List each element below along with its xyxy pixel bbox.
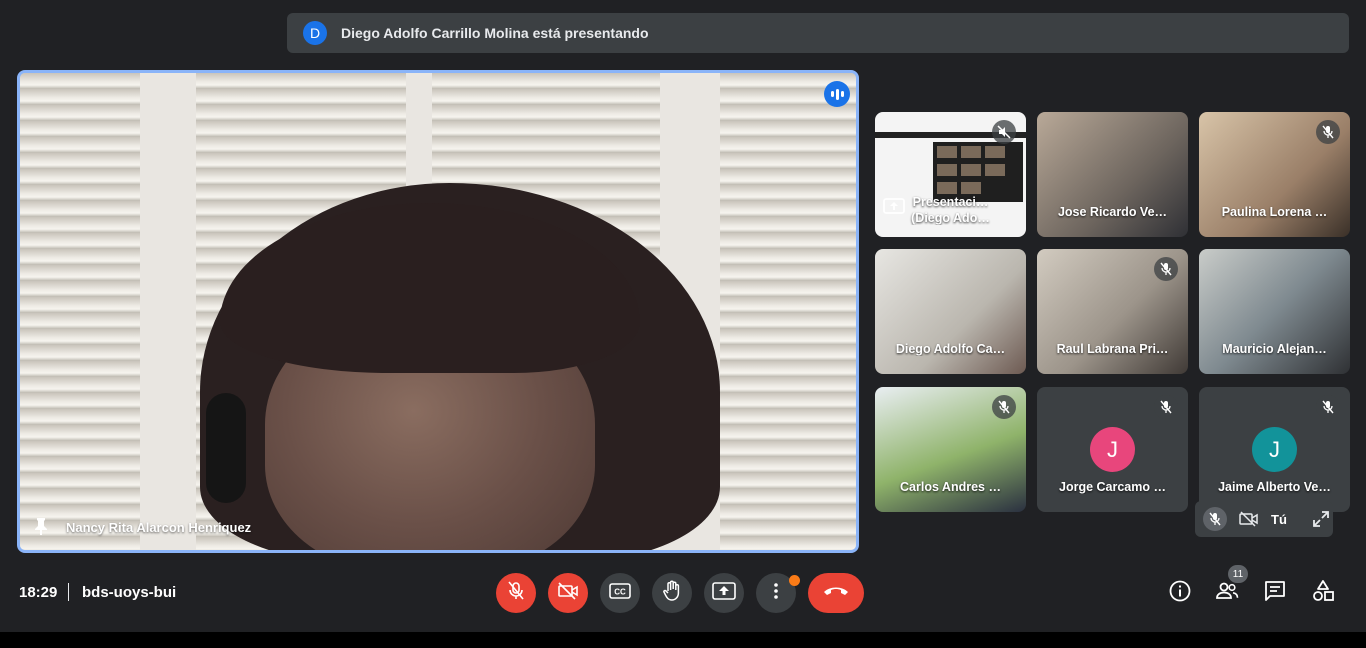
presentation-banner-text: Diego Adolfo Carrillo Molina está presen… bbox=[341, 25, 649, 41]
present-screen-icon bbox=[712, 581, 736, 605]
mic-muted-icon bbox=[1154, 395, 1178, 419]
divider bbox=[68, 583, 69, 601]
svg-text:CC: CC bbox=[614, 587, 626, 596]
meeting-code: bds-uoys-bui bbox=[82, 584, 177, 601]
present-now-button[interactable] bbox=[704, 573, 744, 613]
tile-participant[interactable]: Diego Adolfo Ca… bbox=[875, 249, 1026, 374]
self-view-bar[interactable]: Tú bbox=[1195, 501, 1333, 537]
activities-button[interactable] bbox=[1310, 579, 1336, 607]
tile-participant[interactable]: Raul Labrana Pri… bbox=[1037, 249, 1188, 374]
chat-button[interactable] bbox=[1262, 580, 1288, 606]
self-camera-off-icon[interactable] bbox=[1237, 507, 1261, 531]
tile-name: Presentaci… bbox=[912, 195, 989, 209]
participant-avatar: J bbox=[1090, 427, 1135, 472]
main-video-tile[interactable]: Nancy Rita Alarcon Henriquez bbox=[17, 70, 859, 553]
tile-participant[interactable]: Jose Ricardo Ve… bbox=[1037, 112, 1188, 237]
raise-hand-button[interactable] bbox=[652, 573, 692, 613]
tile-participant[interactable]: J Jaime Alberto Ve… bbox=[1199, 387, 1350, 512]
presentation-banner: D Diego Adolfo Carrillo Molina está pres… bbox=[287, 13, 1349, 53]
leave-call-button[interactable] bbox=[808, 573, 864, 613]
info-icon bbox=[1169, 580, 1191, 607]
tile-name: Paulina Lorena … bbox=[1221, 205, 1328, 219]
people-icon bbox=[1215, 582, 1239, 605]
expand-icon[interactable] bbox=[1309, 507, 1333, 531]
participant-video bbox=[200, 183, 720, 550]
self-label: Tú bbox=[1271, 511, 1287, 527]
mic-muted-icon bbox=[1316, 120, 1340, 144]
tile-presentation[interactable]: Presentaci… (Diego Ado… bbox=[875, 112, 1026, 237]
chat-icon bbox=[1264, 580, 1286, 607]
mic-muted-icon bbox=[1154, 257, 1178, 281]
speaking-indicator-icon bbox=[824, 81, 850, 107]
tile-participant[interactable]: Carlos Andres … bbox=[875, 387, 1026, 512]
meeting-details-button[interactable] bbox=[1167, 580, 1193, 606]
tile-name: Mauricio Alejan… bbox=[1222, 342, 1327, 356]
window-bottom-edge bbox=[0, 632, 1366, 648]
hand-icon bbox=[662, 580, 682, 607]
tile-name: Jose Ricardo Ve… bbox=[1057, 205, 1168, 219]
hang-up-icon bbox=[823, 584, 849, 602]
pin-icon[interactable] bbox=[34, 517, 48, 538]
mic-toggle-button[interactable] bbox=[496, 573, 536, 613]
camera-off-icon bbox=[557, 581, 579, 605]
tile-participant[interactable]: Mauricio Alejan… bbox=[1199, 249, 1350, 374]
participants-count-badge: 11 bbox=[1228, 565, 1248, 583]
captions-button[interactable]: CC bbox=[600, 573, 640, 613]
main-tile-name: Nancy Rita Alarcon Henriquez bbox=[30, 517, 251, 538]
shutter-frame bbox=[140, 73, 196, 550]
tile-name: Raul Labrana Pri… bbox=[1056, 342, 1169, 356]
tile-participant[interactable]: J Jorge Carcamo … bbox=[1037, 387, 1188, 512]
tile-name: Carlos Andres … bbox=[900, 480, 1001, 494]
tile-participant[interactable]: Paulina Lorena … bbox=[1199, 112, 1350, 237]
tile-name: (Diego Ado… bbox=[911, 211, 990, 225]
captions-icon: CC bbox=[609, 582, 631, 604]
tile-name: Jorge Carcamo … bbox=[1059, 480, 1166, 494]
presenter-avatar: D bbox=[303, 21, 327, 45]
notification-dot bbox=[789, 575, 800, 586]
mic-off-icon bbox=[508, 580, 524, 606]
activities-icon bbox=[1312, 579, 1334, 607]
meeting-time: 18:29 bbox=[19, 584, 58, 601]
tile-name: Jaime Alberto Ve… bbox=[1218, 480, 1331, 494]
mic-muted-icon bbox=[1316, 395, 1340, 419]
tile-name: Diego Adolfo Ca… bbox=[895, 342, 1006, 356]
participant-avatar: J bbox=[1252, 427, 1297, 472]
mic-muted-icon bbox=[992, 395, 1016, 419]
self-mic-muted-icon[interactable] bbox=[1203, 507, 1227, 531]
more-vert-icon bbox=[774, 582, 778, 604]
participant-name: Nancy Rita Alarcon Henriquez bbox=[66, 520, 252, 535]
camera-toggle-button[interactable] bbox=[548, 573, 588, 613]
speaker-muted-icon bbox=[992, 120, 1016, 144]
participants-button[interactable] bbox=[1214, 580, 1240, 606]
